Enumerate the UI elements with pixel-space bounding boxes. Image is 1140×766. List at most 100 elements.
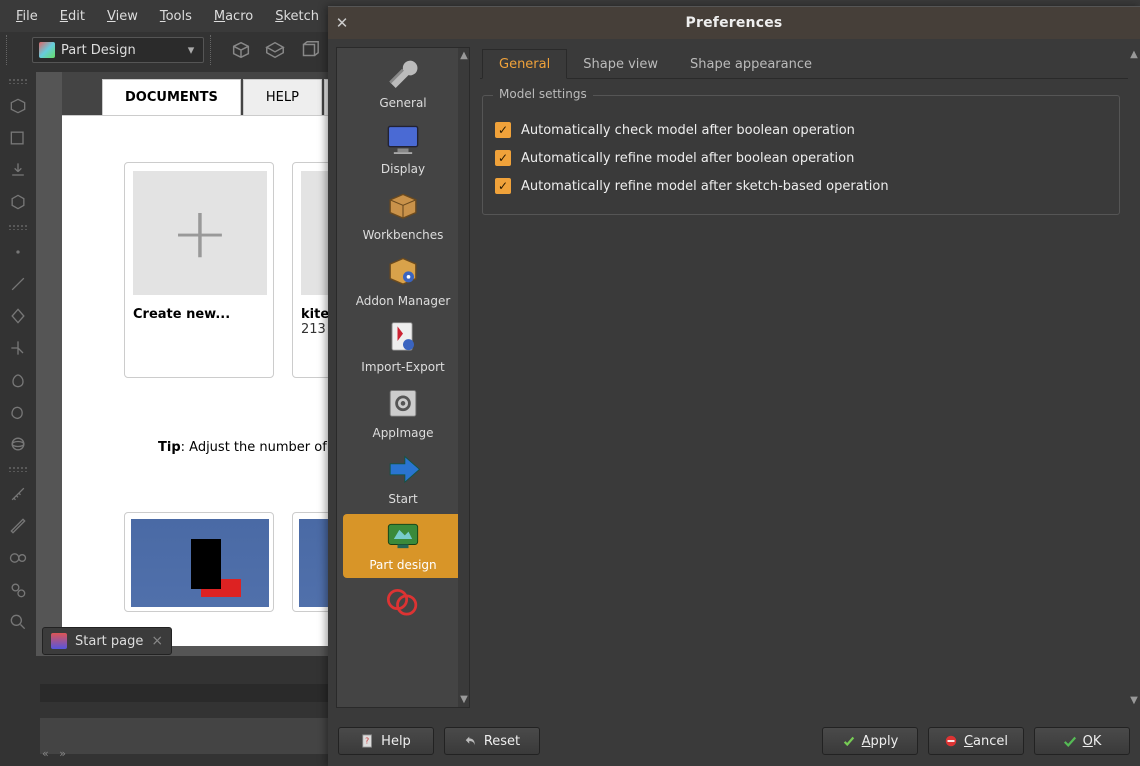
check-auto-refine-sketch[interactable]: ✓ Automatically refine model after sketc… (495, 172, 1107, 200)
checkbox-icon[interactable]: ✓ (495, 178, 511, 194)
blob2-icon[interactable] (4, 398, 32, 426)
start-tab-help[interactable]: HELP (243, 79, 322, 115)
startpage-icon (51, 633, 67, 649)
toolbar-cube-icon[interactable] (226, 35, 256, 65)
cancel-button[interactable]: Cancel (928, 727, 1024, 755)
dialog-titlebar: ✕ Preferences (328, 7, 1140, 39)
chevrons-icon: « » (42, 747, 66, 760)
ok-icon (1063, 734, 1077, 748)
apply-button[interactable]: Apply (822, 727, 918, 755)
create-new-card[interactable]: + Create new... (124, 162, 274, 378)
category-import-export[interactable]: Import-Export (343, 316, 463, 380)
menu-tools[interactable]: Tools (150, 5, 202, 28)
toolbar-cube2-icon[interactable] (260, 35, 290, 65)
preferences-dialog: ✕ Preferences General Display Workbenche… (328, 6, 1140, 766)
toolbar-grip (8, 78, 28, 84)
scroll-down-icon[interactable]: ▼ (460, 692, 468, 707)
arrow-right-icon (381, 450, 425, 488)
measure-icon[interactable] (4, 480, 32, 508)
download-icon[interactable] (4, 156, 32, 184)
gear-link2-icon[interactable] (4, 576, 32, 604)
close-icon[interactable]: × (151, 633, 163, 649)
fieldset-legend: Model settings (493, 87, 593, 101)
document-tab-bar: Start page × (36, 626, 172, 656)
checkbox-icon[interactable]: ✓ (495, 122, 511, 138)
package-gear-icon (381, 252, 425, 290)
svg-text:?: ? (365, 737, 369, 746)
category-start[interactable]: Start (343, 448, 463, 512)
left-toolbar (0, 68, 36, 766)
category-display[interactable]: Display (343, 118, 463, 182)
axis-icon[interactable] (4, 334, 32, 362)
panel-scrollbar[interactable]: ▲ ▼ (1128, 47, 1140, 708)
help-icon: ? (361, 734, 375, 748)
tab-general[interactable]: General (482, 49, 567, 79)
checkbox-icon[interactable]: ✓ (495, 150, 511, 166)
tip-line: Tip: Adjust the number of rec (158, 440, 351, 455)
dialog-footer: ? Help Reset Apply Cancel OK (328, 716, 1140, 766)
menu-macro[interactable]: Macro (204, 5, 263, 28)
check-label: Automatically refine model after sketch-… (521, 179, 889, 194)
document-gear-icon (381, 318, 425, 356)
menu-file[interactable]: File (6, 5, 48, 28)
magnify-icon[interactable] (4, 608, 32, 636)
toolbar-cube3-icon[interactable] (294, 35, 324, 65)
category-addon-manager[interactable]: Addon Manager (343, 250, 463, 314)
workbench-label: Part Design (61, 43, 136, 58)
body-create-icon[interactable] (4, 92, 32, 120)
example-card-1[interactable] (124, 512, 274, 612)
category-appimage[interactable]: AppImage (343, 382, 463, 446)
line-icon[interactable] (4, 270, 32, 298)
wrench-icon (381, 54, 425, 92)
workbench-selector[interactable]: Part Design ▾ (32, 37, 204, 63)
check-label: Automatically refine model after boolean… (521, 151, 854, 166)
gear-link-icon[interactable] (4, 544, 32, 572)
help-button[interactable]: ? Help (338, 727, 434, 755)
check-label: Automatically check model after boolean … (521, 123, 855, 138)
category-sketcher[interactable] (343, 580, 463, 626)
document-tab-startpage[interactable]: Start page × (42, 627, 172, 655)
part-design-icon (381, 516, 425, 554)
ok-button[interactable]: OK (1034, 727, 1130, 755)
toolbar-grip (8, 466, 28, 472)
undo-icon (464, 734, 478, 748)
check-icon (842, 734, 856, 748)
blob1-icon[interactable] (4, 366, 32, 394)
category-workbenches[interactable]: Workbenches (343, 184, 463, 248)
settings-panel: General Shape view Shape appearance Mode… (470, 39, 1140, 716)
shape-icon[interactable] (4, 302, 32, 330)
settings-tabs: General Shape view Shape appearance (480, 47, 1136, 79)
model-settings-group: Model settings ✓ Automatically check mod… (482, 95, 1120, 215)
check-auto-check-boolean[interactable]: ✓ Automatically check model after boolea… (495, 116, 1107, 144)
document-tab-label: Start page (75, 634, 143, 649)
scroll-down-icon[interactable]: ▼ (1130, 693, 1138, 708)
sketch-new-icon[interactable] (4, 124, 32, 152)
menu-view[interactable]: View (97, 5, 148, 28)
box-icon[interactable] (4, 188, 32, 216)
close-icon[interactable]: ✕ (328, 14, 356, 32)
sphere-icon[interactable] (4, 430, 32, 458)
box-icon (381, 186, 425, 224)
plus-icon: + (133, 171, 267, 295)
category-list[interactable]: General Display Workbenches Addon Manage… (336, 47, 470, 708)
measure2-icon[interactable] (4, 512, 32, 540)
gear-frame-icon (381, 384, 425, 422)
scroll-up-icon[interactable]: ▲ (1130, 47, 1138, 62)
category-general[interactable]: General (343, 52, 463, 116)
stop-icon (944, 734, 958, 748)
tab-shape-view[interactable]: Shape view (567, 50, 674, 78)
monitor-icon (381, 120, 425, 158)
chevron-down-icon: ▾ (185, 43, 197, 58)
start-tab-documents[interactable]: DOCUMENTS (102, 79, 241, 115)
menu-sketch[interactable]: Sketch (265, 5, 329, 28)
menu-edit[interactable]: Edit (50, 5, 95, 28)
tab-shape-appearance[interactable]: Shape appearance (674, 50, 828, 78)
category-part-design[interactable]: Part design (343, 514, 463, 578)
scroll-up-icon[interactable]: ▲ (460, 48, 468, 63)
reset-button[interactable]: Reset (444, 727, 540, 755)
workbench-icon (39, 42, 55, 58)
constraint-icon (381, 582, 425, 620)
check-auto-refine-boolean[interactable]: ✓ Automatically refine model after boole… (495, 144, 1107, 172)
category-scrollbar[interactable]: ▲ ▼ (458, 48, 470, 707)
point-icon[interactable] (4, 238, 32, 266)
